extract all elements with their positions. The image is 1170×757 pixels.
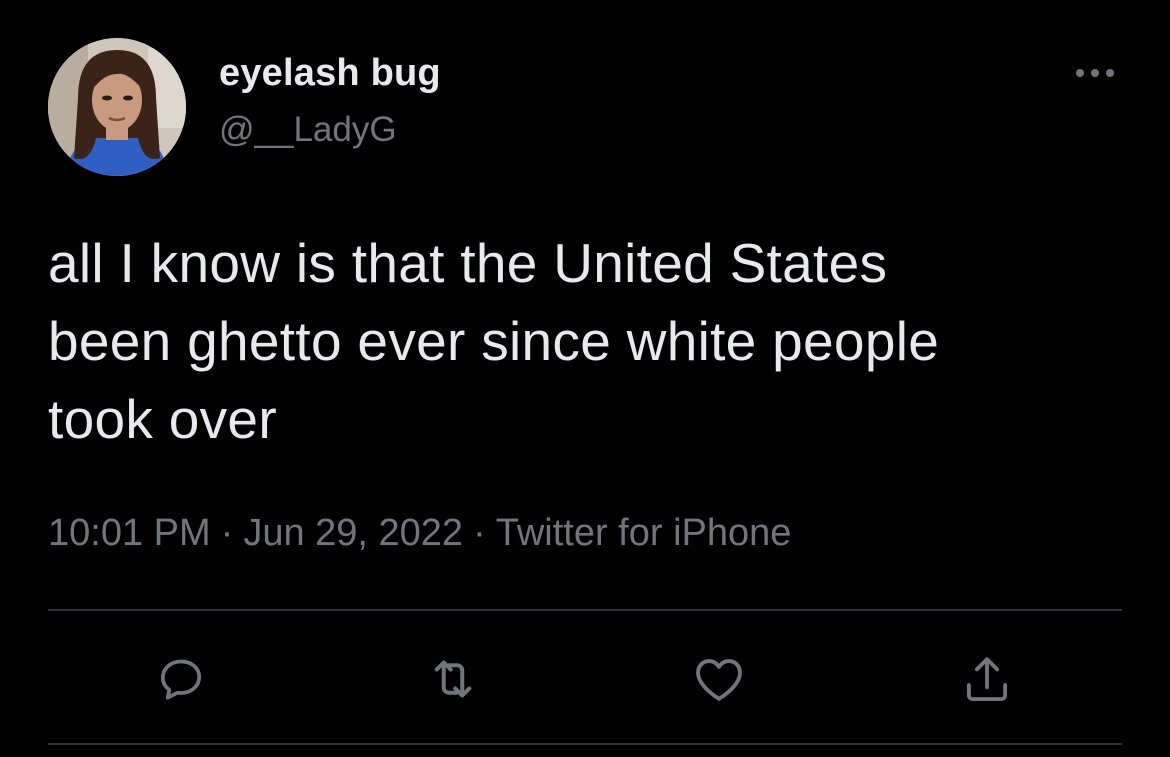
heart-icon — [696, 659, 742, 701]
display-name[interactable]: eyelash bug — [219, 52, 441, 95]
tweet-date[interactable]: Jun 29, 2022 — [243, 512, 463, 554]
divider — [48, 609, 1122, 611]
retweet-icon — [434, 660, 472, 698]
divider — [48, 743, 1122, 745]
user-handle[interactable]: @__LadyG — [219, 110, 397, 150]
more-dot — [1076, 69, 1084, 77]
retweet-button[interactable] — [422, 648, 484, 710]
tweet-text: all I know is that the United States bee… — [48, 224, 1138, 458]
tweet-source[interactable]: Twitter for iPhone — [496, 512, 792, 554]
tweet-text-line: been ghetto ever since white people — [48, 310, 940, 372]
share-icon — [966, 657, 1008, 701]
tweet-time[interactable]: 10:01 PM — [48, 512, 211, 554]
like-button[interactable] — [688, 648, 750, 710]
more-dot — [1106, 69, 1114, 77]
avatar-image — [48, 38, 186, 176]
reply-icon — [160, 659, 202, 700]
separator: · — [473, 512, 486, 554]
more-options-icon[interactable] — [1068, 60, 1122, 86]
tweet-text-line: all I know is that the United States — [48, 232, 888, 294]
action-bar — [0, 648, 1170, 710]
more-dot — [1091, 69, 1099, 77]
tweet-metadata: 10:01 PM · Jun 29, 2022 · Twitter for iPhone — [48, 512, 791, 555]
separator: · — [220, 512, 234, 554]
reply-button[interactable] — [150, 648, 212, 710]
tweet-text-line: took over — [48, 388, 277, 450]
share-button[interactable] — [956, 648, 1018, 710]
tweet-card: eyelash bug @__LadyG all I know is that … — [0, 0, 1170, 757]
avatar[interactable] — [48, 38, 186, 176]
